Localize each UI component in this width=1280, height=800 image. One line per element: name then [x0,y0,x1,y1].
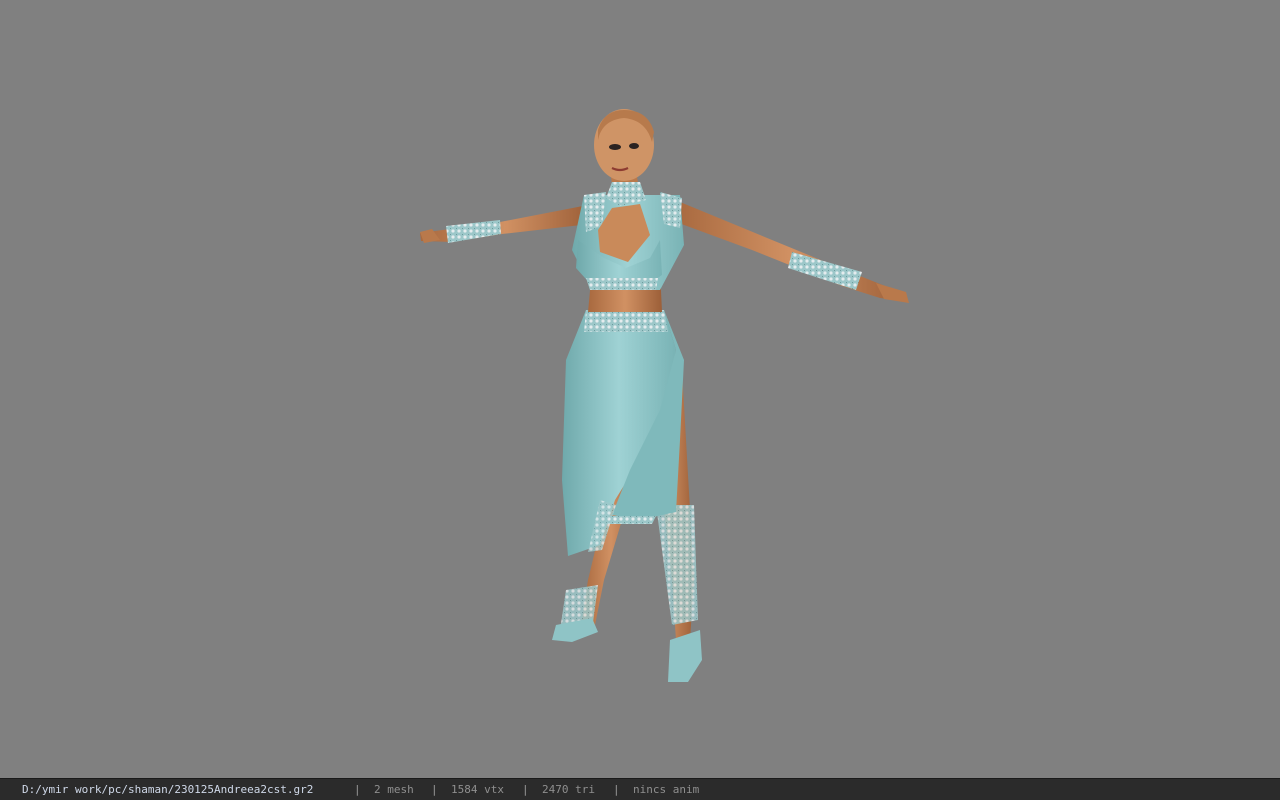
mesh-count: 2 mesh [374,783,414,796]
file-path: D:/ymir work/pc/shaman/230125Andreea2cst… [22,783,314,796]
anim-status: nincs anim [633,783,700,796]
separator: | [431,783,438,796]
head [594,109,654,206]
separator: | [613,783,620,796]
triangle-count: 2470 tri [542,783,595,796]
character-model [420,109,909,682]
left-arm [420,205,590,243]
separator: | [354,783,361,796]
3d-viewport[interactable] [0,0,1280,778]
separator: | [522,783,529,796]
torso [572,192,684,312]
vertex-count: 1584 vtx [451,783,504,796]
right-arm [676,202,909,303]
status-bar: D:/ymir work/pc/shaman/230125Andreea2cst… [0,778,1280,800]
